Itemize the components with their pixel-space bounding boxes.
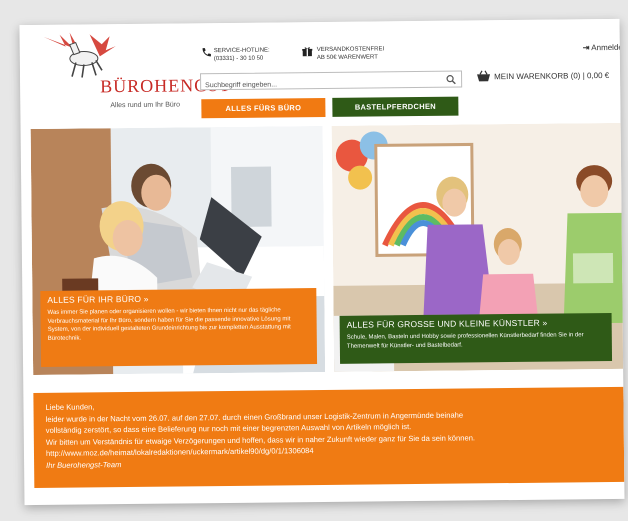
site-header: BÜROHENGST® Alles rund um Ihr Büro SERVI… bbox=[19, 18, 624, 124]
artists-banner-text: Schule, Malen, Basteln und Hobby sowie p… bbox=[346, 332, 584, 350]
login-arrow-icon: ⇥ bbox=[582, 43, 590, 53]
login-link[interactable]: ⇥ Anmelden bbox=[583, 43, 625, 52]
tab-bastelpferdchen[interactable]: BASTELPFERDCHEN bbox=[332, 96, 459, 117]
office-banner-text: Was immer Sie planen oder organisieren w… bbox=[47, 307, 291, 342]
search-icon[interactable] bbox=[446, 75, 456, 85]
pegasus-logo-icon bbox=[43, 32, 116, 78]
logo[interactable]: BÜROHENGST® Alles rund um Ihr Büro bbox=[34, 29, 239, 121]
search-input[interactable] bbox=[201, 75, 440, 94]
cart-label: MEIN WARENKORB (0) | 0,00 € bbox=[494, 70, 610, 82]
page-sheet: BÜROHENGST® Alles rund um Ihr Büro SERVI… bbox=[19, 18, 625, 506]
gift-icon bbox=[302, 47, 313, 57]
artists-banner[interactable]: ALLES FÜR GROSSE UND KLEINE KÜNSTLER » S… bbox=[331, 122, 625, 372]
search-box bbox=[200, 70, 463, 94]
office-banner-caption: ALLES FÜR IHR BÜRO » Was immer Sie plane… bbox=[40, 288, 318, 367]
login-label: Anmelden bbox=[591, 42, 625, 53]
service-hotline[interactable]: SERVICE-HOTLINE: (03331) - 30 10 50 bbox=[214, 47, 270, 64]
phone-icon bbox=[202, 48, 211, 57]
fire-notice-box: Liebe Kunden, leider wurde in der Nacht … bbox=[33, 386, 625, 489]
artists-banner-title[interactable]: ALLES FÜR GROSSE UND KLEINE KÜNSTLER » bbox=[347, 317, 605, 330]
office-banner[interactable]: ALLES FÜR IHR BÜRO » Was immer Sie plane… bbox=[30, 125, 326, 376]
tab-office[interactable]: ALLES FÜRS BÜRO bbox=[201, 97, 326, 119]
cart-link[interactable]: MEIN WARENKORB (0) | 0,00 € bbox=[477, 70, 610, 82]
office-banner-title[interactable]: ALLES FÜR IHR BÜRO » bbox=[47, 292, 309, 305]
shopping-basket-icon bbox=[477, 70, 491, 82]
free-shipping-info: VERSANDKOSTENFREI AB 50€ WARENWERT bbox=[316, 46, 385, 62]
artists-banner-caption: ALLES FÜR GROSSE UND KLEINE KÜNSTLER » S… bbox=[339, 312, 613, 364]
logo-tagline: Alles rund um Ihr Büro bbox=[110, 101, 181, 110]
